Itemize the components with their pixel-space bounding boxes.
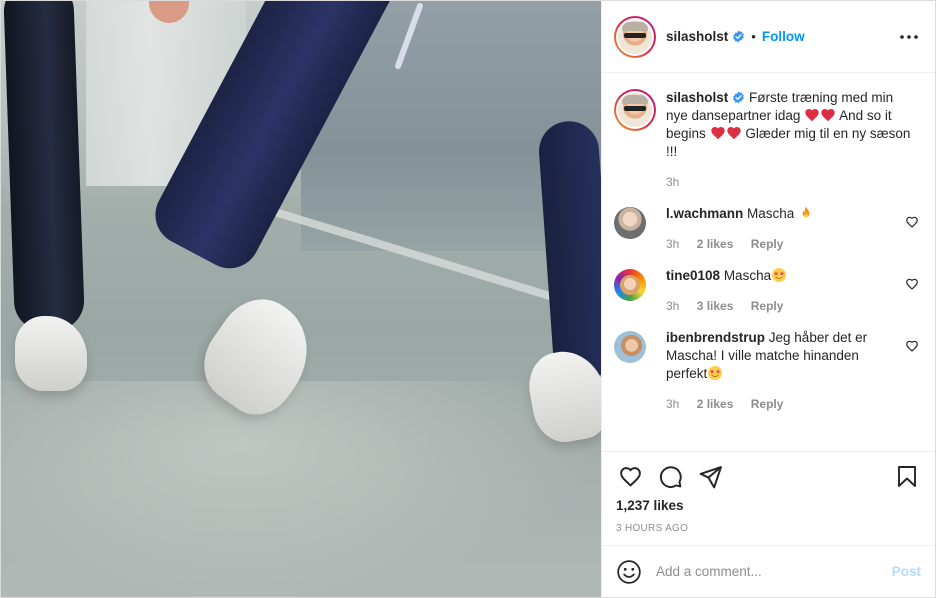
share-icon[interactable] — [696, 462, 724, 490]
comment-likes-count[interactable]: 2 likes — [697, 237, 734, 251]
video-leg-left — [2, 1, 86, 333]
likes-count[interactable]: 1,237 likes — [616, 498, 921, 513]
comment-icon[interactable] — [656, 462, 684, 490]
commenter-avatar[interactable] — [614, 269, 646, 301]
action-icons-bar — [616, 460, 921, 492]
post-timestamp[interactable]: 3 HOURS AGO — [616, 523, 921, 534]
commenter-avatar[interactable] — [614, 207, 646, 239]
comment-meta: 3h 3 likes Reply — [666, 297, 887, 315]
emoji-icon[interactable] — [616, 559, 642, 585]
caption-avatar[interactable] — [614, 89, 656, 131]
comment-text: Mascha — [723, 268, 772, 283]
comment-like-heart-icon[interactable] — [905, 339, 919, 353]
caption-meta: 3h — [666, 173, 911, 191]
comment-time[interactable]: 3h — [666, 397, 679, 411]
comment-reply-button[interactable]: Reply — [751, 237, 784, 251]
comment-time[interactable]: 3h — [666, 237, 679, 251]
comments-list[interactable]: silasholst Første træning med min nye da… — [602, 73, 935, 451]
comment-likes-count[interactable]: 3 likes — [697, 299, 734, 313]
commenter-avatar[interactable] — [614, 331, 646, 363]
comment-input[interactable] — [656, 564, 892, 579]
red-heart-emoji-icon — [710, 127, 725, 140]
comment-username[interactable]: l.wachmann — [666, 206, 743, 221]
author-username[interactable]: silasholst — [666, 29, 728, 44]
comment-text: Mascha — [747, 206, 795, 221]
heart-icon[interactable] — [616, 462, 644, 490]
star-struck-emoji-icon — [772, 268, 787, 282]
post-modal: silasholst • Follow silasholst Første tr… — [0, 0, 936, 598]
comment-username[interactable]: ibenbrendstrup — [666, 330, 765, 345]
post-side-panel: silasholst • Follow silasholst Første tr… — [601, 1, 935, 597]
comment-item: l.wachmann Mascha 3h 2 likes Reply — [614, 205, 921, 253]
comment-reply-button[interactable]: Reply — [751, 397, 784, 411]
post-actions: 1,237 likes 3 HOURS AGO — [602, 451, 935, 545]
comment-likes-count[interactable]: 2 likes — [697, 397, 734, 411]
fire-emoji-icon — [802, 206, 810, 218]
comment-reply-button[interactable]: Reply — [751, 299, 784, 313]
comment-item: tine0108 Mascha 3h 3 likes Reply — [614, 267, 921, 315]
comment-like-heart-icon[interactable] — [905, 215, 919, 229]
comment-meta: 3h 2 likes Reply — [666, 235, 887, 253]
caption-time[interactable]: 3h — [666, 175, 679, 189]
post-video[interactable] — [1, 1, 601, 597]
follow-button[interactable]: Follow — [762, 29, 805, 44]
verified-badge-icon — [733, 91, 745, 104]
comment-username[interactable]: tine0108 — [666, 268, 720, 283]
verified-badge-icon — [733, 30, 745, 43]
comment-meta: 3h 2 likes Reply — [666, 395, 887, 413]
post-caption: silasholst Første træning med min nye da… — [614, 89, 921, 191]
red-heart-emoji-icon — [805, 109, 819, 122]
separator-dot: • — [751, 29, 756, 44]
comment-time[interactable]: 3h — [666, 299, 679, 313]
video-floor — [1, 381, 601, 597]
author-avatar[interactable] — [614, 15, 656, 58]
red-heart-emoji-icon — [726, 127, 741, 140]
red-heart-emoji-icon — [821, 109, 835, 122]
comment-like-heart-icon[interactable] — [905, 277, 919, 291]
caption-username[interactable]: silasholst — [666, 90, 728, 105]
comment-composer: Post — [602, 545, 935, 597]
bookmark-icon[interactable] — [893, 462, 921, 490]
post-header: silasholst • Follow — [602, 1, 935, 73]
star-struck-emoji-icon — [708, 366, 723, 380]
author-avatar-image — [618, 19, 652, 54]
post-comment-button[interactable]: Post — [892, 564, 921, 579]
more-options-icon[interactable] — [897, 25, 921, 49]
comment-item: ibenbrendstrup Jeg håber det er Mascha! … — [614, 329, 921, 413]
